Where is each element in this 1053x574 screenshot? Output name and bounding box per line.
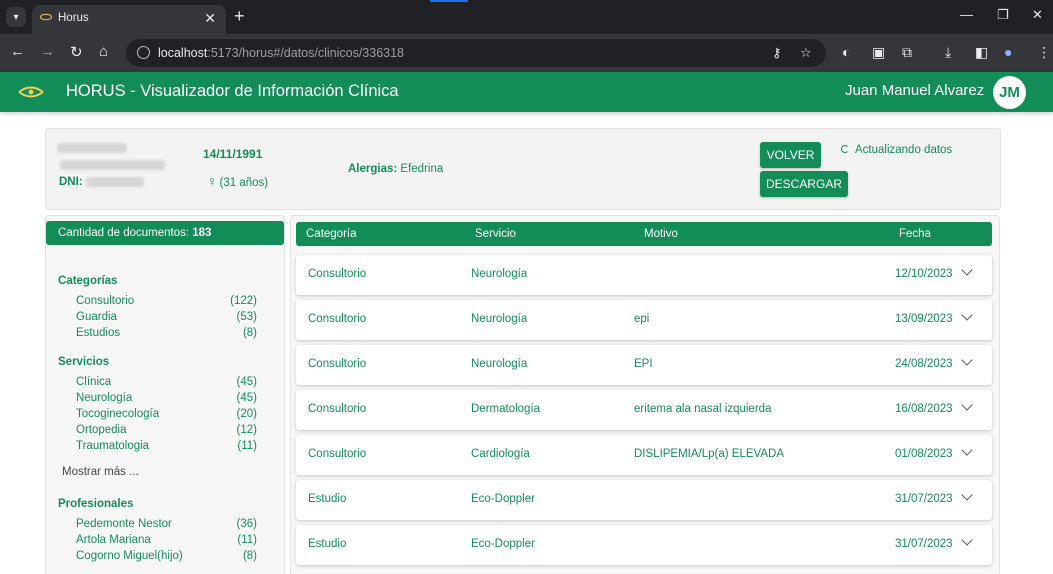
chevron-down-icon[interactable] xyxy=(961,444,973,456)
column-header-motivo[interactable]: Motivo xyxy=(644,228,678,240)
table-row[interactable]: Estudio Eco-Doppler 31/07/2023 xyxy=(296,480,992,520)
filter-item-pedemonte[interactable]: Pedemonte Nestor (36) xyxy=(76,518,257,530)
app-title: HORUS - Visualizador de Información Clín… xyxy=(66,82,399,100)
site-info-icon[interactable] xyxy=(137,46,150,59)
tab-search-icon[interactable]: ▾ xyxy=(6,7,26,27)
categorias-title: Categorías xyxy=(58,275,118,287)
extensions-puzzle-icon[interactable]: ⧉ xyxy=(902,44,912,61)
descargar-button[interactable]: DESCARGAR xyxy=(760,171,848,197)
profesionales-title: Profesionales xyxy=(58,498,134,510)
loading-spinner-icon xyxy=(841,145,849,153)
dni-label: DNI: xyxy=(59,176,83,188)
chevron-down-icon[interactable] xyxy=(961,399,973,411)
profile-icon[interactable]: ● xyxy=(1004,44,1012,60)
chevron-down-icon[interactable] xyxy=(961,264,973,276)
forward-icon[interactable]: → xyxy=(40,43,55,60)
reload-icon[interactable]: ↻ xyxy=(70,43,83,61)
filter-item-traumatologia[interactable]: Traumatologia (11) xyxy=(76,440,257,452)
birth-date: 14/11/1991 xyxy=(203,147,263,161)
window-close-icon[interactable]: ✕ xyxy=(1032,7,1043,23)
volver-button[interactable]: VOLVER xyxy=(760,142,821,168)
bookmark-star-icon[interactable]: ☆ xyxy=(800,45,812,61)
column-header-servicio[interactable]: Servicio xyxy=(475,228,516,240)
extension-box-icon[interactable]: ▣ xyxy=(872,44,885,61)
extension-circle-icon[interactable]: ◐ xyxy=(842,44,850,60)
updating-status: Actualizando datos xyxy=(841,144,952,156)
chevron-down-icon[interactable] xyxy=(961,309,973,321)
filter-item-tocoginecologia[interactable]: Tocoginecología (20) xyxy=(76,408,257,420)
filter-item-ortopedia[interactable]: Ortopedia (12) xyxy=(76,424,257,436)
horus-logo-icon xyxy=(18,86,44,98)
browser-tab[interactable]: Horus ✕ xyxy=(32,5,226,34)
browser-menu-icon[interactable]: ⋮ xyxy=(1037,44,1051,61)
show-more-link[interactable]: Mostrar más ... xyxy=(62,466,139,478)
avatar[interactable]: JM xyxy=(993,76,1026,109)
filter-item-guardia[interactable]: Guardia (53) xyxy=(76,311,257,323)
address-bar[interactable]: localhost:5173/horus#/datos/clinicos/336… xyxy=(126,39,826,67)
table-row[interactable]: Estudio Eco-Doppler 31/07/2023 xyxy=(296,525,992,565)
redacted-name xyxy=(57,143,127,153)
redacted-surname xyxy=(60,160,165,170)
back-icon[interactable]: ← xyxy=(10,43,25,60)
filter-item-estudios[interactable]: Estudios (8) xyxy=(76,327,257,339)
chevron-down-icon[interactable] xyxy=(961,354,973,366)
home-icon[interactable]: ⌂ xyxy=(99,43,108,60)
chevron-down-icon[interactable] xyxy=(961,489,973,501)
table-row[interactable]: Consultorio Cardiología DISLIPEMIA/Lp(a)… xyxy=(296,435,992,475)
column-header-categoria[interactable]: Categoría xyxy=(306,228,357,240)
chevron-down-icon[interactable] xyxy=(961,534,973,546)
horus-favicon-icon xyxy=(40,13,52,21)
restore-icon[interactable]: ❐ xyxy=(997,7,1009,23)
filter-item-clinica[interactable]: Clínica (45) xyxy=(76,376,257,388)
browser-toolbar: ← → ↻ ⌂ localhost:5173/horus#/datos/clin… xyxy=(0,34,1053,72)
patient-age: ♀ (31 años) xyxy=(207,173,269,189)
column-header-fecha[interactable]: Fecha xyxy=(899,228,931,240)
filter-item-neurologia[interactable]: Neurología (45) xyxy=(76,392,257,404)
tab-close-icon[interactable]: ✕ xyxy=(204,10,216,27)
browser-tab-bar: ▾ Horus ✕ + — ❐ ✕ xyxy=(0,0,1053,34)
table-row[interactable]: Consultorio Neurología EPI 24/08/2023 xyxy=(296,345,992,385)
table-row[interactable]: Consultorio Neurología 12/10/2023 xyxy=(296,255,992,295)
tab-title: Horus xyxy=(58,12,89,24)
table-row[interactable]: Consultorio Dermatología eritema ala nas… xyxy=(296,390,992,430)
minimize-icon[interactable]: — xyxy=(960,7,973,22)
servicios-title: Servicios xyxy=(58,356,110,368)
female-icon: ♀ xyxy=(207,173,218,189)
allergies: Alergias: Efedrina xyxy=(348,163,444,175)
documents-panel: Categoría Servicio Motivo Fecha Consulto… xyxy=(290,215,1000,574)
app-header: HORUS - Visualizador de Información Clín… xyxy=(0,72,1053,112)
filter-item-artola[interactable]: Artola Mariana (11) xyxy=(76,534,257,546)
user-name[interactable]: Juan Manuel Alvarez xyxy=(845,82,984,99)
tab-strip-accent xyxy=(430,0,468,2)
filters-sidebar: Cantidad de documentos: 183 Categorías C… xyxy=(45,215,285,574)
patient-card: DNI: 14/11/1991 ♀ (31 años) Alergias: Efe… xyxy=(45,128,1001,210)
url-text[interactable]: localhost:5173/horus#/datos/clinicos/336… xyxy=(158,46,404,60)
table-row[interactable]: Consultorio Neurología epi 13/09/2023 xyxy=(296,300,992,340)
document-count: Cantidad de documentos: 183 xyxy=(46,221,284,245)
table-header: Categoría Servicio Motivo Fecha xyxy=(296,222,992,246)
side-panel-icon[interactable]: ◧ xyxy=(975,44,988,61)
filter-item-consultorio[interactable]: Consultorio (122) xyxy=(76,295,257,307)
download-icon[interactable]: ⤓ xyxy=(945,44,951,61)
new-tab-icon[interactable]: + xyxy=(234,6,245,27)
password-key-icon[interactable]: ⚷ xyxy=(772,45,782,61)
filter-item-cogorno[interactable]: Cogorno Miguel(hijo) (8) xyxy=(76,550,257,562)
redacted-dni xyxy=(86,177,144,187)
